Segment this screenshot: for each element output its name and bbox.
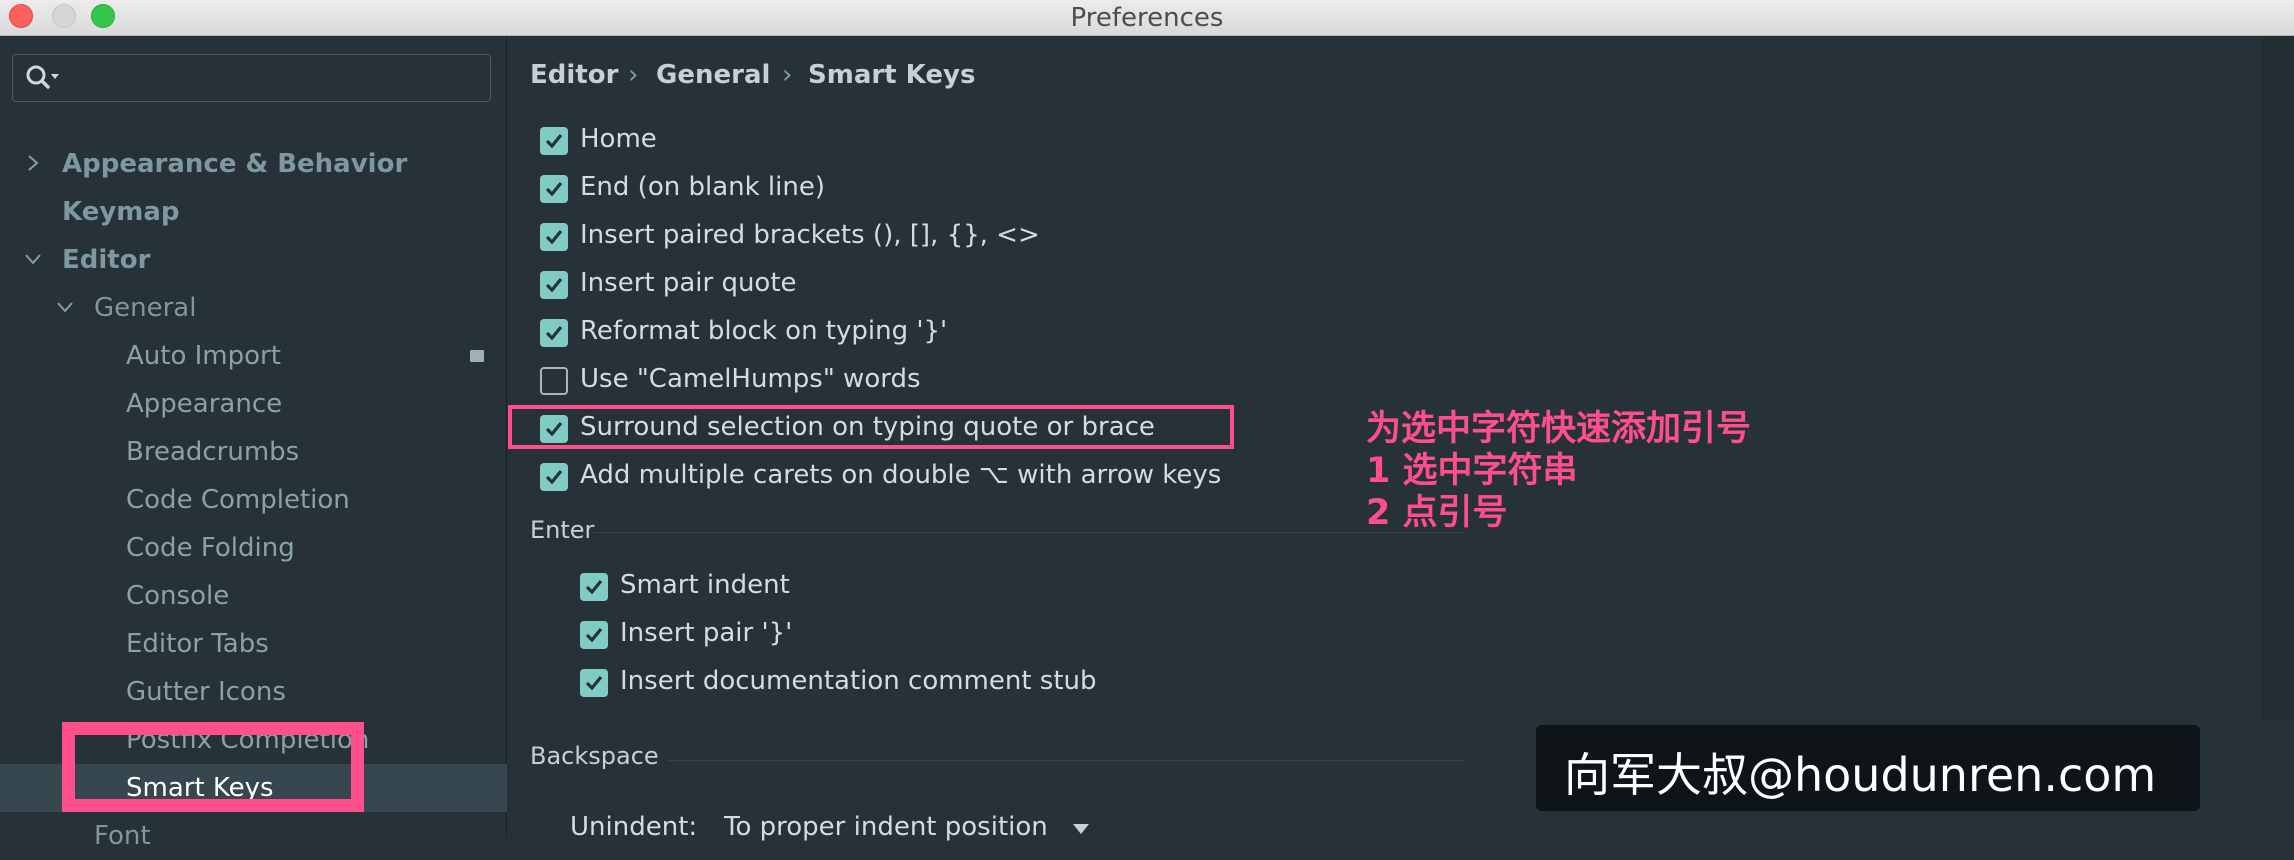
checkbox-checked[interactable] [580, 573, 608, 601]
sidebar-item-keymap[interactable]: Keymap [0, 188, 507, 236]
unindent-select[interactable]: To proper indent position [724, 812, 1048, 842]
checkmark-icon [585, 579, 603, 595]
annotation-line: 2 点引号 [1366, 493, 1508, 533]
annotation-line: 为选中字符快速添加引号 [1366, 409, 1752, 449]
checkbox-checked[interactable] [580, 621, 608, 649]
option-label: Home [580, 124, 657, 154]
checkmark-icon [545, 277, 563, 293]
option-label: Insert paired brackets (), [], {}, <> [580, 220, 1040, 250]
project-settings-icon [470, 350, 484, 362]
option-label: Insert pair '}' [620, 618, 793, 648]
unindent-label: Unindent: [570, 812, 698, 842]
sidebar-item-label: Code Folding [126, 533, 295, 563]
option-label: End (on blank line) [580, 172, 825, 202]
checkbox-checked[interactable] [580, 669, 608, 697]
option-label: Reformat block on typing '}' [580, 316, 948, 346]
sidebar-item-label: General [94, 293, 197, 323]
checkbox-checked[interactable] [540, 223, 568, 251]
settings-sidebar: Appearance & Behavior Keymap Editor Gene… [0, 36, 507, 851]
dropdown-arrow-icon[interactable] [1072, 822, 1090, 836]
checkmark-icon [545, 325, 563, 341]
sidebar-item-label: Code Completion [126, 485, 350, 515]
section-title-backspace: Backspace [530, 742, 659, 770]
sidebar-item-font[interactable]: Font [0, 812, 507, 860]
sidebar-item-appearance-behavior[interactable]: Appearance & Behavior [0, 140, 507, 188]
sidebar-item-label: Editor [62, 245, 151, 275]
annotation-line: 1 选中字符串 [1366, 451, 1578, 491]
search-icon[interactable] [23, 60, 67, 96]
checkbox-checked[interactable] [540, 175, 568, 203]
option-label: Insert pair quote [580, 268, 797, 298]
sidebar-item-label: Breadcrumbs [126, 437, 300, 467]
option-label: Use "CamelHumps" words [580, 364, 921, 394]
surround-selection-highlight [508, 405, 1234, 449]
checkbox-checked[interactable] [540, 463, 568, 491]
option-label: Smart indent [620, 570, 790, 600]
checkmark-icon [545, 181, 563, 197]
sidebar-item-gutter-icons[interactable]: Gutter Icons [0, 668, 507, 716]
checkbox-checked[interactable] [540, 319, 568, 347]
watermark: 向军大叔@houdunren.com [1536, 725, 2200, 811]
breadcrumb-separator: › [782, 60, 793, 90]
chevron-down-icon[interactable] [55, 297, 75, 317]
sidebar-item-editor[interactable]: Editor [0, 236, 507, 284]
sidebar-item-breadcrumbs[interactable]: Breadcrumbs [0, 428, 507, 476]
checkmark-icon [585, 627, 603, 643]
option-label: Add multiple carets on double ⌥ with arr… [580, 460, 1222, 490]
sidebar-item-label: Appearance [126, 389, 283, 419]
checkbox-unchecked[interactable] [540, 367, 568, 395]
breadcrumb-item-general[interactable]: General [656, 60, 770, 90]
watermark-text: 向军大叔@houdunren.com [1564, 748, 2157, 802]
sidebar-item-label: Console [126, 581, 230, 611]
breadcrumb-item-editor[interactable]: Editor [530, 60, 618, 90]
sidebar-item-appearance[interactable]: Appearance [0, 380, 507, 428]
breadcrumb-separator: › [628, 60, 639, 90]
sidebar-item-label: Keymap [62, 197, 180, 227]
checkmark-icon [545, 469, 563, 485]
checkbox-checked[interactable] [540, 271, 568, 299]
vertical-scrollbar[interactable] [2262, 36, 2294, 720]
option-label: Insert documentation comment stub [620, 666, 1097, 696]
section-divider [594, 532, 1464, 533]
sidebar-item-label: Editor Tabs [126, 629, 269, 659]
sidebar-item-code-folding[interactable]: Code Folding [0, 524, 507, 572]
sidebar-item-code-completion[interactable]: Code Completion [0, 476, 507, 524]
checkmark-icon [545, 229, 563, 245]
sidebar-item-label: Auto Import [126, 341, 281, 371]
section-title-enter: Enter [530, 516, 595, 544]
checkbox-checked[interactable] [540, 127, 568, 155]
chevron-right-icon[interactable] [23, 153, 43, 173]
window-title: Preferences [1070, 3, 1224, 33]
sidebar-item-general[interactable]: General [0, 284, 507, 332]
sidebar-item-label: Gutter Icons [126, 677, 286, 707]
sidebar-item-label: Font [94, 821, 151, 851]
chevron-down-icon[interactable] [23, 249, 43, 269]
sidebar-item-editor-tabs[interactable]: Editor Tabs [0, 620, 507, 668]
sidebar-item-label: Appearance & Behavior [62, 149, 408, 179]
checkmark-icon [585, 675, 603, 691]
breadcrumb-item-smart-keys: Smart Keys [808, 60, 976, 90]
search-input[interactable] [12, 54, 491, 102]
window-titlebar: Preferences [0, 0, 2294, 36]
sidebar-item-auto-import[interactable]: Auto Import [0, 332, 507, 380]
smart-keys-highlight [62, 722, 364, 812]
section-divider [668, 760, 1464, 761]
sidebar-item-console[interactable]: Console [0, 572, 507, 620]
checkmark-icon [545, 133, 563, 149]
